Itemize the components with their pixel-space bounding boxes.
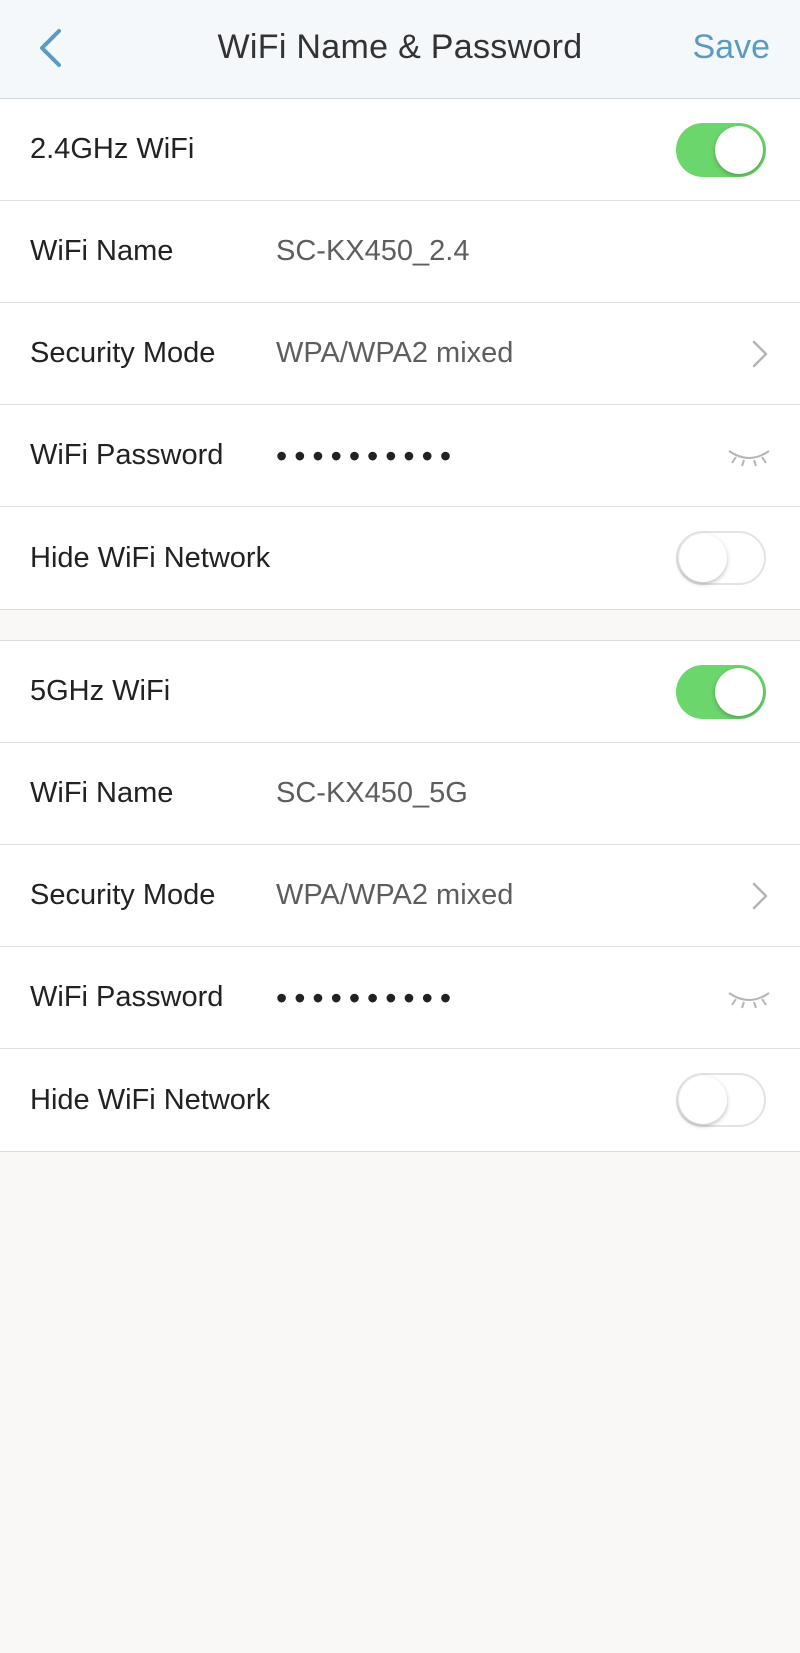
wifi-password-label: WiFi Password: [30, 439, 224, 471]
save-button[interactable]: Save: [693, 28, 771, 67]
band-toggle[interactable]: [676, 122, 766, 177]
toggle-knob: [679, 1076, 727, 1124]
eye-closed-icon[interactable]: [726, 441, 772, 471]
security-mode-label: Security Mode: [30, 879, 216, 911]
wifi-password-row[interactable]: WiFi Password ••••••••••: [0, 947, 800, 1049]
band-row: 2.4GHz WiFi: [0, 99, 800, 201]
chevron-right-icon[interactable]: [748, 337, 772, 371]
wifi-password-row[interactable]: WiFi Password ••••••••••: [0, 405, 800, 507]
wifi-name-row[interactable]: WiFi Name SC-KX450_5G: [0, 743, 800, 845]
security-mode-value: WPA/WPA2 mixed: [276, 879, 514, 911]
security-mode-value: WPA/WPA2 mixed: [276, 337, 514, 369]
wifi-password-value[interactable]: ••••••••••: [276, 440, 458, 472]
hide-network-label: Hide WiFi Network: [30, 541, 271, 574]
page-title: WiFi Name & Password: [217, 28, 583, 66]
toggle-knob: [715, 125, 763, 174]
wifi-name-row[interactable]: WiFi Name SC-KX450_2.4: [0, 201, 800, 303]
hide-network-toggle[interactable]: [676, 531, 766, 585]
security-mode-label: Security Mode: [30, 337, 216, 369]
section-divider: [0, 610, 800, 641]
wifi-password-value[interactable]: ••••••••••: [276, 982, 458, 1014]
band-label: 2.4GHz WiFi: [30, 133, 195, 165]
toggle-knob: [679, 534, 727, 582]
wifi-password-label: WiFi Password: [30, 981, 224, 1013]
wifi-name-label: WiFi Name: [30, 777, 174, 809]
hide-network-row: Hide WiFi Network: [0, 507, 800, 609]
security-mode-row[interactable]: Security Mode WPA/WPA2 mixed: [0, 845, 800, 947]
hide-network-toggle[interactable]: [676, 1073, 766, 1127]
security-mode-row[interactable]: Security Mode WPA/WPA2 mixed: [0, 303, 800, 405]
eye-closed-icon[interactable]: [726, 983, 772, 1013]
section-5ghz: 5GHz WiFi WiFi Name SC-KX450_5G Security…: [0, 641, 800, 1152]
chevron-right-icon[interactable]: [748, 879, 772, 913]
wifi-name-label: WiFi Name: [30, 235, 174, 267]
wifi-name-value[interactable]: SC-KX450_2.4: [276, 235, 469, 268]
section-2-4ghz: 2.4GHz WiFi WiFi Name SC-KX450_2.4 Secur…: [0, 99, 800, 610]
wifi-name-value[interactable]: SC-KX450_5G: [276, 777, 468, 810]
band-row: 5GHz WiFi: [0, 641, 800, 743]
band-toggle[interactable]: [676, 664, 766, 719]
band-label: 5GHz WiFi: [30, 675, 171, 707]
hide-network-row: Hide WiFi Network: [0, 1049, 800, 1151]
hide-network-label: Hide WiFi Network: [30, 1083, 271, 1116]
toggle-knob: [715, 667, 763, 716]
top-bar: WiFi Name & Password Save: [0, 0, 800, 99]
